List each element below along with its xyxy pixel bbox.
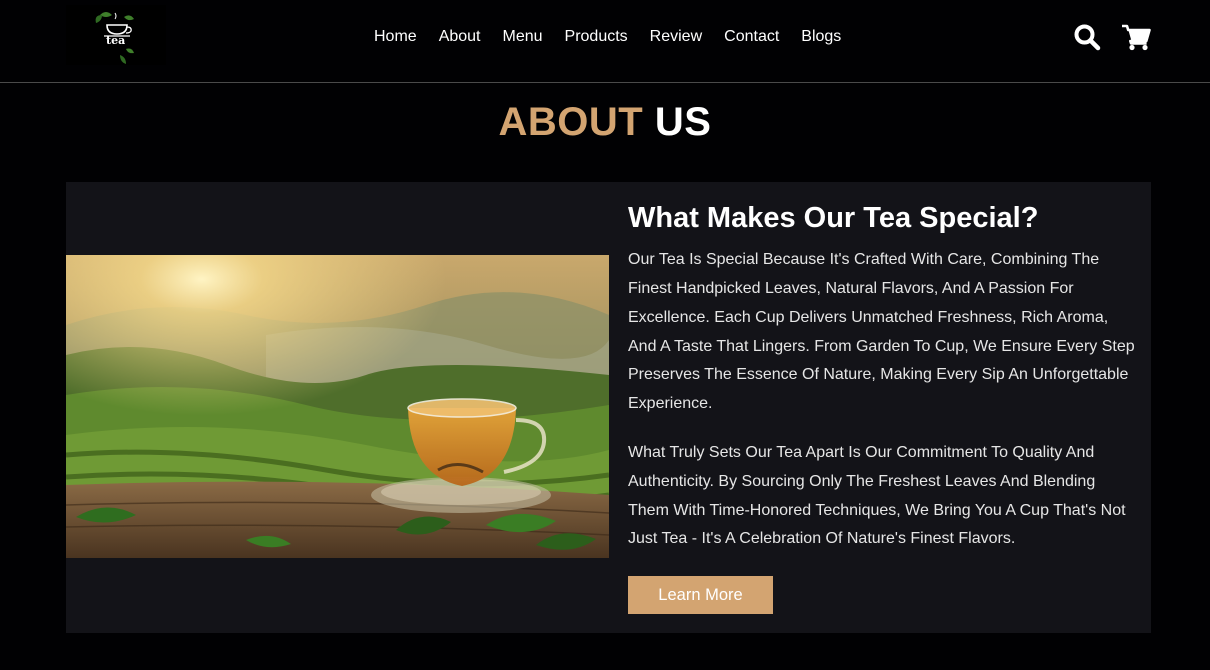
about-paragraph-2: What Truly Sets Our Tea Apart Is Our Com… — [628, 444, 1126, 548]
nav-item-about[interactable]: About — [439, 28, 481, 46]
site-header: tea Home About Menu Products Review Cont… — [0, 0, 1210, 83]
tea-plantation-image — [66, 255, 609, 558]
about-card: What Makes Our Tea Special? Our Tea Is S… — [66, 182, 1151, 633]
about-heading: What Makes Our Tea Special? — [628, 202, 1039, 234]
learn-more-button[interactable]: Learn More — [628, 576, 773, 615]
logo-text: tea — [106, 34, 126, 47]
nav-item-blogs[interactable]: Blogs — [801, 28, 841, 46]
section-title: ABOUT US — [0, 100, 1210, 145]
header-icons — [1073, 22, 1151, 52]
section-title-plain: US — [654, 100, 712, 144]
section-title-accent: ABOUT — [498, 100, 644, 144]
nav-item-menu[interactable]: Menu — [503, 28, 543, 46]
nav-item-products[interactable]: Products — [565, 28, 628, 46]
cart-icon[interactable] — [1121, 23, 1151, 51]
logo[interactable]: tea — [66, 5, 166, 65]
about-paragraph-1: Our Tea Is Special Because It's Crafted … — [628, 251, 1135, 413]
nav-item-contact[interactable]: Contact — [724, 28, 779, 46]
nav-item-home[interactable]: Home — [374, 28, 417, 46]
about-content: What Makes Our Tea Special? Our Tea Is S… — [628, 200, 1138, 615]
search-icon[interactable] — [1073, 23, 1101, 51]
main-nav: Home About Menu Products Review Contact … — [363, 22, 852, 52]
nav-item-review[interactable]: Review — [650, 28, 702, 46]
